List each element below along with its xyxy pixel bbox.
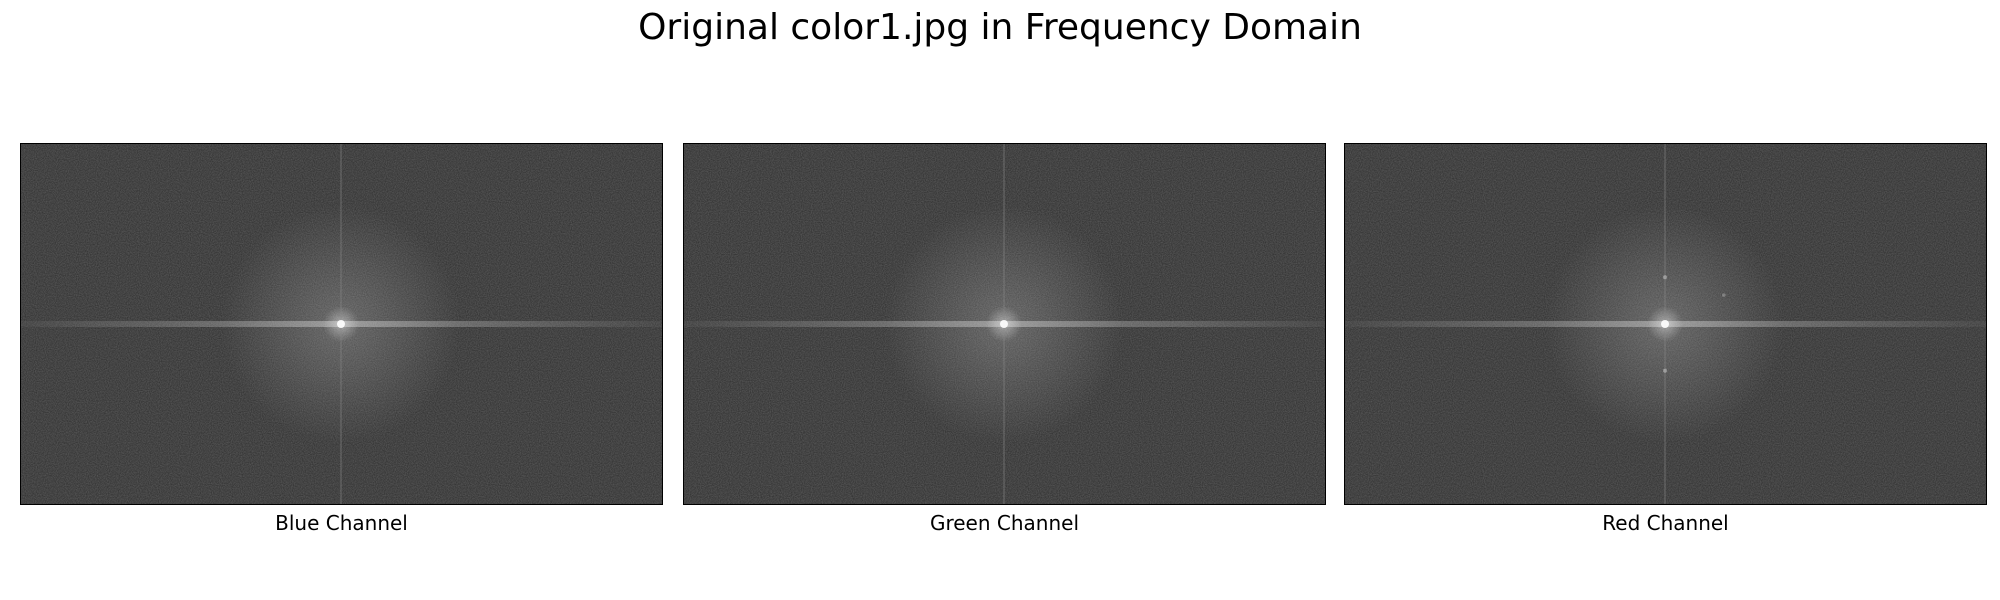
red-channel-spectrum xyxy=(1344,143,1987,505)
green-channel-spectrum xyxy=(683,143,1326,505)
red-channel-caption: Red Channel xyxy=(1602,511,1729,535)
green-channel-spectrum-image xyxy=(684,144,1325,504)
green-channel-caption: Green Channel xyxy=(929,511,1080,535)
blue-channel-spectrum xyxy=(20,143,663,505)
red-channel-spectrum-image xyxy=(1345,144,1986,504)
blue-channel-spectrum-image xyxy=(21,144,662,504)
blue-channel-caption: Blue Channel xyxy=(275,511,408,535)
figure-title: Original color1.jpg in Frequency Domain xyxy=(638,7,1362,48)
